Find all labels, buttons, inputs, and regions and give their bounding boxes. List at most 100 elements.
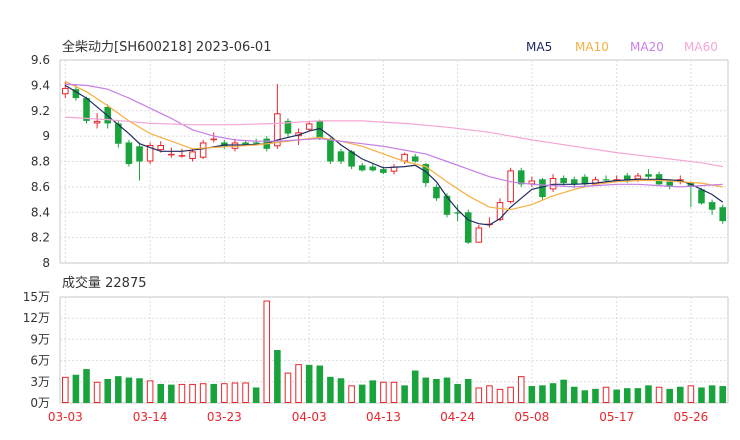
price-tick-label: 9	[42, 129, 50, 143]
volume-tick-label: 3万	[30, 375, 50, 389]
volume-bar	[602, 386, 610, 404]
volume-bar	[380, 381, 387, 403]
legend-entry-ma60: MA60	[684, 40, 718, 54]
volume-bar	[517, 376, 525, 403]
date-tick-label: 05-26	[673, 410, 708, 424]
candle-body	[560, 177, 567, 184]
volume-bar	[316, 365, 324, 403]
candle	[93, 113, 101, 129]
candle-body	[528, 180, 536, 185]
volume-bar	[369, 380, 377, 403]
candle	[645, 169, 652, 180]
volume-bar	[210, 383, 218, 403]
volume-bar	[528, 386, 536, 403]
volume-tick-label: 9万	[30, 332, 50, 346]
volume-label: 成交量 22875	[62, 275, 147, 291]
volume-bar	[62, 376, 69, 403]
volume-bar	[327, 376, 334, 403]
candle-body	[189, 151, 196, 159]
volume-bar	[634, 388, 642, 403]
candle	[327, 137, 334, 165]
candle	[284, 118, 292, 138]
volume-tick-label: 15万	[23, 290, 50, 304]
candle	[549, 174, 557, 192]
volume-bar	[252, 387, 260, 403]
candle	[486, 217, 493, 228]
date-tick-label: 04-24	[440, 410, 475, 424]
candle-body	[539, 179, 546, 198]
volume-bar	[719, 386, 726, 403]
candle	[136, 142, 143, 181]
candle	[146, 142, 154, 165]
volume-bar	[104, 378, 112, 403]
volume-axis: 15万 12万 9万 6万 3万 0万	[23, 290, 50, 410]
date-tick-label: 05-17	[599, 410, 634, 424]
candle	[125, 139, 133, 167]
candle-body	[464, 212, 472, 243]
volume-tick-label: 0万	[30, 396, 50, 410]
price-tick-label: 8	[42, 256, 50, 270]
price-axis: 9.6 9.4 9.2 9 8.8 8.6 8.4 8.2 8	[31, 53, 50, 270]
volume-bar	[242, 382, 249, 403]
candle	[539, 177, 546, 200]
candle-body	[178, 155, 186, 157]
volume-bar	[655, 386, 663, 404]
volume-bar	[411, 370, 419, 403]
candle	[390, 164, 398, 175]
price-tick-label: 8.8	[31, 155, 50, 169]
volume-bar	[263, 300, 271, 403]
volume-bars	[62, 300, 726, 404]
candle	[295, 128, 302, 146]
candle-body	[93, 120, 101, 124]
volume-bar	[687, 385, 695, 404]
volume-bar	[592, 388, 599, 403]
volume-bar	[125, 377, 133, 403]
candlesticks	[62, 81, 726, 244]
volume-bar	[549, 383, 557, 403]
date-tick-label: 04-13	[366, 410, 401, 424]
volume-bar	[698, 387, 705, 403]
candle-body	[337, 151, 345, 162]
chart-title: 全柴动力[SH600218] 2023-06-01	[62, 39, 271, 55]
volume-bar	[507, 386, 514, 404]
volume-bar	[115, 376, 122, 403]
legend-entry-ma10: MA10	[575, 40, 609, 54]
volume-bar	[454, 383, 461, 403]
volume-bar	[676, 386, 684, 403]
volume-bar	[295, 364, 302, 403]
volume-bar	[231, 382, 239, 403]
volume-bar	[623, 388, 631, 403]
date-tick-label: 05-08	[514, 410, 549, 424]
legend-entry-ma20: MA20	[630, 40, 664, 54]
volume-bar	[348, 385, 355, 404]
candle-body	[507, 170, 514, 203]
candle	[178, 148, 186, 158]
candle-body	[602, 179, 610, 181]
volume-bar	[496, 388, 504, 404]
stock-chart: 全柴动力[SH600218] 2023-06-01 MA5 MA10 MA20 MA6…	[23, 39, 729, 424]
candle	[337, 148, 345, 165]
candle-body	[136, 146, 143, 162]
candle	[655, 171, 663, 186]
price-tick-label: 8.4	[31, 205, 50, 219]
candle-body	[411, 156, 419, 162]
date-tick-label: 03-23	[207, 410, 242, 424]
volume-bar	[539, 385, 546, 403]
candle-body	[252, 142, 260, 144]
candle	[517, 167, 525, 187]
candle-body	[199, 142, 207, 158]
candle-body	[83, 98, 90, 121]
date-tick-label: 03-14	[133, 410, 168, 424]
candle	[433, 184, 440, 201]
volume-bar	[475, 387, 483, 404]
volume-bar	[570, 386, 578, 403]
price-tick-label: 9.2	[31, 104, 50, 118]
candle	[719, 204, 726, 224]
candle	[168, 147, 175, 158]
price-tick-label: 9.6	[31, 53, 50, 67]
candle-body	[645, 174, 652, 177]
candle-body	[380, 169, 387, 173]
volume-bar	[358, 384, 366, 403]
volume-bar	[613, 389, 620, 403]
volume-bar	[93, 381, 101, 403]
